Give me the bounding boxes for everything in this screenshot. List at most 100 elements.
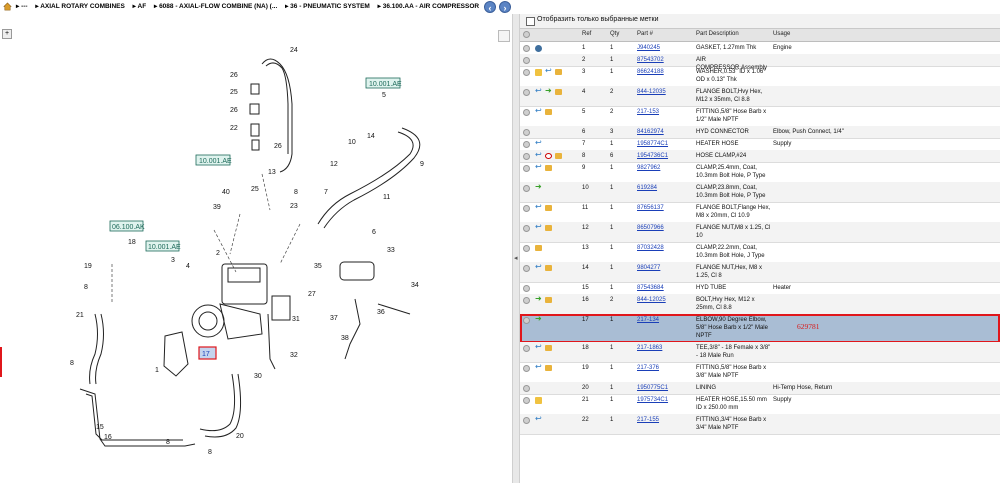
part-number-link[interactable]: 86507966 xyxy=(637,224,664,232)
view-icon[interactable] xyxy=(523,109,530,116)
callout[interactable]: 26 xyxy=(274,143,282,150)
view-icon[interactable] xyxy=(523,417,530,424)
callout[interactable]: 20 xyxy=(236,433,244,440)
view-icon[interactable] xyxy=(523,245,530,252)
view-icon[interactable] xyxy=(523,89,530,96)
callout[interactable]: 13 xyxy=(268,169,276,176)
view-icon[interactable] xyxy=(523,129,530,136)
callout[interactable]: 8 xyxy=(84,284,88,291)
green-arrow-icon[interactable]: ➜ xyxy=(535,182,543,191)
callout[interactable]: 27 xyxy=(308,291,316,298)
col-desc[interactable]: Part Description xyxy=(696,31,739,37)
kit-box-icon[interactable] xyxy=(545,109,552,115)
callout[interactable]: 35 xyxy=(314,263,322,270)
collapse-arrow-icon[interactable]: ◂ xyxy=(514,254,518,262)
part-number-link[interactable]: 87656137 xyxy=(637,204,664,212)
view-icon[interactable] xyxy=(523,297,530,304)
callout[interactable]: 4 xyxy=(186,263,190,270)
replace-arrow-icon[interactable]: ↩ xyxy=(535,342,542,351)
view-icon[interactable] xyxy=(523,141,530,148)
table-row[interactable]: ↩ 18 1 217-1863 TEE,3/8" - 18 Female x 3/8" … xyxy=(520,342,1000,363)
callout[interactable]: 3 xyxy=(171,257,175,264)
callout[interactable]: 18 xyxy=(128,239,136,246)
callout[interactable]: 10 xyxy=(348,139,356,146)
kit-box-icon[interactable] xyxy=(545,365,552,371)
callout[interactable]: 22 xyxy=(230,125,238,132)
callout[interactable]: 25 xyxy=(251,186,259,193)
callout[interactable]: 1 xyxy=(155,367,159,374)
view-icon[interactable] xyxy=(523,205,530,212)
col-part[interactable]: Part # xyxy=(637,31,653,37)
replace-arrow-icon[interactable]: ↩ xyxy=(535,362,542,371)
breadcrumb-item[interactable]: ▸ 36.100.AA - AIR COMPRESSOR xyxy=(378,3,482,10)
callout[interactable]: 7 xyxy=(324,189,328,196)
view-icon[interactable] xyxy=(523,365,530,372)
green-arrow-icon[interactable]: ➜ xyxy=(545,86,553,95)
note-icon[interactable] xyxy=(535,69,542,76)
callout[interactable]: 23 xyxy=(290,203,298,210)
table-row[interactable]: ↩ ➜ 4 2 844-12035 FLANGE BOLT,Hvy Hex, M12 x … xyxy=(520,86,1000,107)
breadcrumb-item[interactable]: ▸ AF xyxy=(133,3,150,10)
view-icon[interactable] xyxy=(523,265,530,272)
callout[interactable]: 32 xyxy=(290,352,298,359)
callout[interactable]: 30 xyxy=(254,373,262,380)
callout[interactable]: 9 xyxy=(420,161,424,168)
part-number-link[interactable]: 217-134 xyxy=(637,316,659,324)
table-row[interactable]: ↩ 22 1 217-155 FITTING,3/4" Hose Barb x 3/4"… xyxy=(520,414,1000,435)
part-number-link[interactable]: 217-155 xyxy=(637,416,659,424)
callout[interactable]: 38 xyxy=(341,335,349,342)
table-row[interactable]: ➜ 10 1 619284 CLAMP,23.8mm, Coat, 10.3mm Bol… xyxy=(520,182,1000,203)
view-icon[interactable] xyxy=(523,45,530,52)
table-row[interactable]: ➜ 16 2 844-12025 BOLT,Hvy Hex, M12 x 25mm, C… xyxy=(520,294,1000,315)
green-arrow-icon[interactable]: ➜ xyxy=(535,294,543,303)
callout[interactable]: 8 xyxy=(166,439,170,446)
callout[interactable]: 33 xyxy=(387,247,395,254)
part-number-link[interactable]: 87543684 xyxy=(637,284,664,292)
table-row[interactable]: ↩ 14 1 9804277 FLANGE NUT,Hex, M8 x 1.25, Cl… xyxy=(520,262,1000,283)
callout[interactable]: 19 xyxy=(84,263,92,270)
replace-arrow-icon[interactable]: ↩ xyxy=(545,66,552,75)
view-icon[interactable] xyxy=(523,345,530,352)
part-number-link[interactable]: 9804277 xyxy=(637,264,660,272)
view-icon[interactable] xyxy=(523,385,530,392)
callout[interactable]: 8 xyxy=(70,360,74,367)
exploded-parts-diagram[interactable]: 10.001.AE 10.001.AE 06.100.AK 10.001.AE … xyxy=(0,14,512,483)
breadcrumb-item[interactable]: ▸ 6088 - AXIAL-FLOW COMBINE (NA) (... xyxy=(154,3,280,10)
part-number-link[interactable]: 84162974 xyxy=(637,128,664,136)
table-row[interactable]: ↩ 3 1 86624188 WASHER,0.53" ID x 1.06" OD x … xyxy=(520,66,1000,87)
view-all-icon[interactable] xyxy=(523,31,530,38)
part-number-link[interactable]: 619284 xyxy=(637,184,657,192)
part-number-link[interactable]: 217-376 xyxy=(637,364,659,372)
part-number-link[interactable]: 87543702 xyxy=(637,56,664,64)
kit-box-icon[interactable] xyxy=(545,225,552,231)
callout[interactable]: 11 xyxy=(383,194,390,201)
callout[interactable]: 8 xyxy=(294,189,298,196)
kit-box-icon[interactable] xyxy=(545,205,552,211)
table-row[interactable]: ↩ 12 1 86507966 FLANGE NUT,M8 x 1.25, Cl 10 xyxy=(520,222,1000,243)
replace-arrow-icon[interactable]: ↩ xyxy=(535,86,542,95)
part-number-link[interactable]: 217-153 xyxy=(637,108,659,116)
callout[interactable]: 15 xyxy=(96,424,104,431)
panel-splitter[interactable]: ◂ xyxy=(512,14,520,483)
breadcrumb-item[interactable]: ▸ 36 - PNEUMATIC SYSTEM xyxy=(285,3,373,10)
part-number-link[interactable]: J940245 xyxy=(637,44,660,52)
view-icon[interactable] xyxy=(523,185,530,192)
callout[interactable]: 8 xyxy=(208,449,212,456)
replace-arrow-icon[interactable]: ↩ xyxy=(535,150,542,159)
kit-box-icon[interactable] xyxy=(555,69,562,75)
view-icon[interactable] xyxy=(523,397,530,404)
view-icon[interactable] xyxy=(523,69,530,76)
col-usage[interactable]: Usage xyxy=(773,31,790,37)
callout[interactable]: 6 xyxy=(372,229,376,236)
view-icon[interactable] xyxy=(523,57,530,64)
kit-box-icon[interactable] xyxy=(545,297,552,303)
kit-box-icon[interactable] xyxy=(535,245,542,251)
view-icon[interactable] xyxy=(523,285,530,292)
grid-icon[interactable] xyxy=(545,153,552,159)
view-icon[interactable] xyxy=(523,165,530,172)
callout[interactable]: 37 xyxy=(330,315,338,322)
part-number-link[interactable]: 844-12025 xyxy=(637,296,666,304)
view-icon[interactable] xyxy=(523,153,530,160)
view-icon[interactable] xyxy=(523,317,530,324)
callout[interactable]: 39 xyxy=(213,204,221,211)
